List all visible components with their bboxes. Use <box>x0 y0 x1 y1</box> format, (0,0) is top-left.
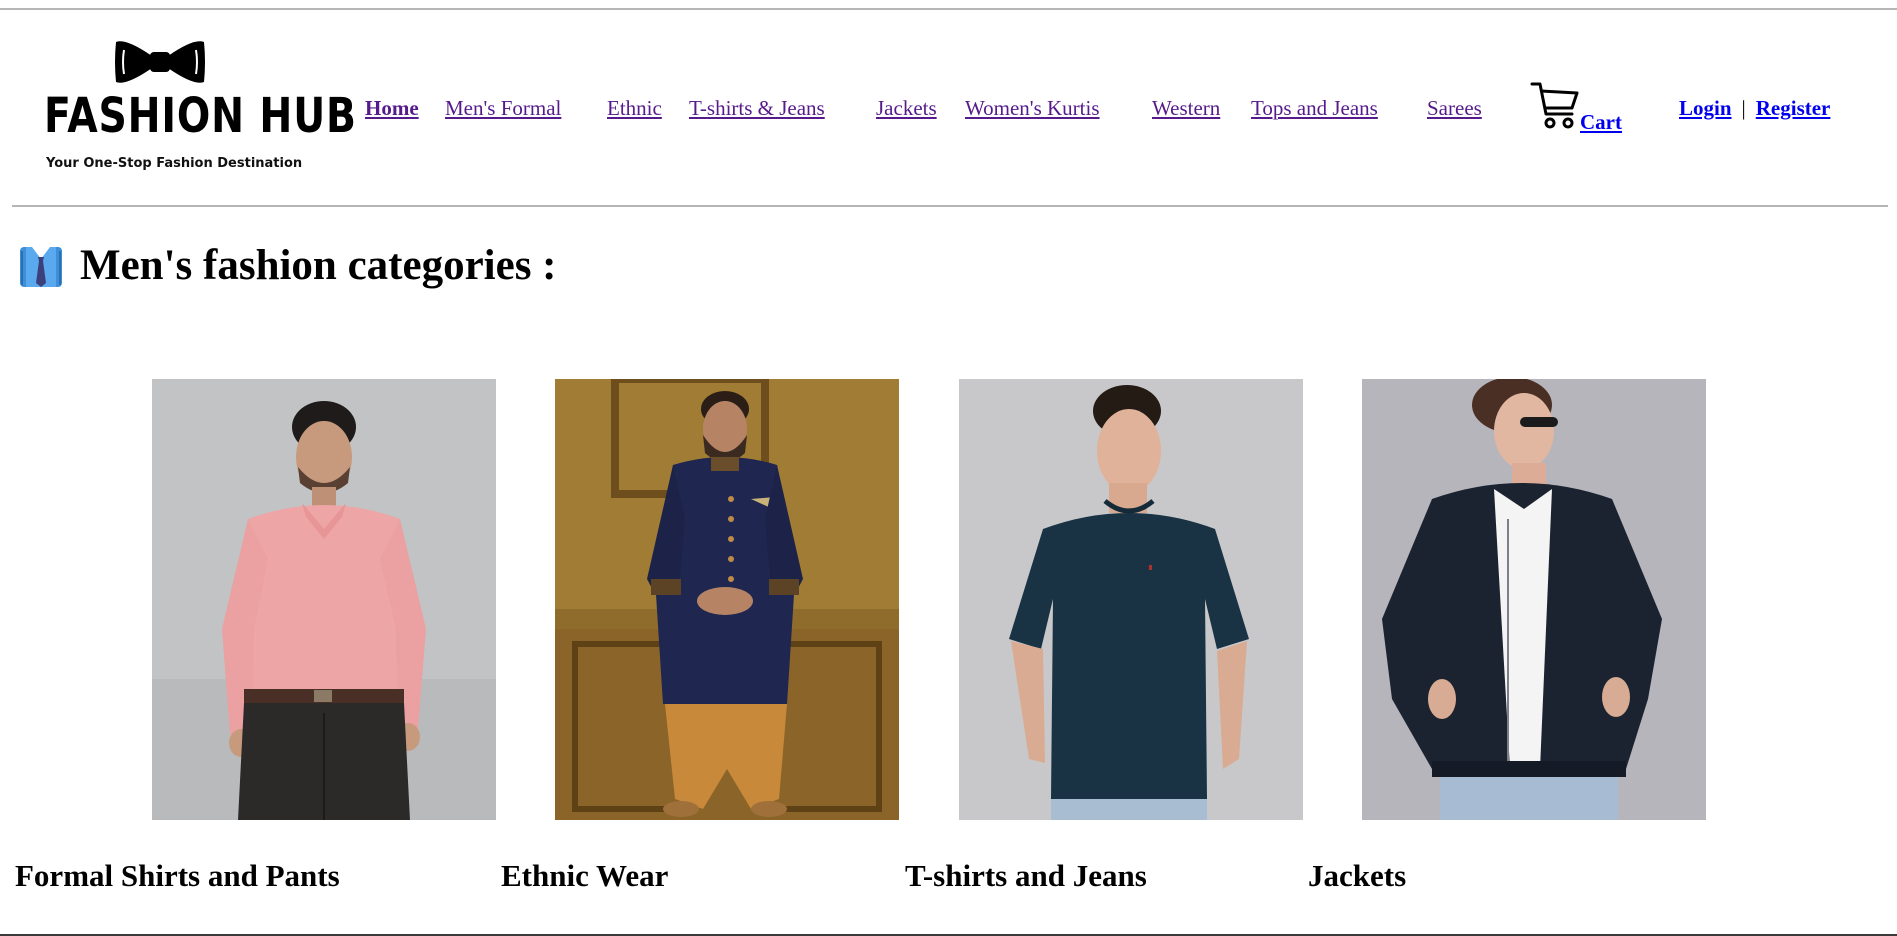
top-divider <box>0 8 1897 10</box>
nav-link-mens-formal[interactable]: Men's Formal <box>445 96 561 120</box>
man-in-sherwani-photo <box>555 379 899 820</box>
shirt-tie-icon <box>20 247 62 287</box>
login-link[interactable]: Login <box>1679 96 1732 120</box>
site-logo[interactable]: FASHION HUB Your One-Stop Fashion Destin… <box>40 36 357 176</box>
brand-tagline: Your One-Stop Fashion Destination <box>46 156 303 171</box>
nav-link-womens-kurtis[interactable]: Women's Kurtis <box>965 96 1100 120</box>
cart-link[interactable]: Cart <box>1530 80 1640 136</box>
product-image-formal[interactable] <box>152 379 496 820</box>
category-name-jackets[interactable]: Jackets <box>1308 856 1406 896</box>
category-name-ethnic[interactable]: Ethnic Wear <box>501 856 668 896</box>
category-name-tshirts[interactable]: T-shirts and Jeans <box>905 856 1147 896</box>
category-name-formal[interactable]: Formal Shirts and Pants <box>15 856 340 896</box>
register-link[interactable]: Register <box>1756 96 1831 120</box>
man-in-pink-shirt-photo <box>152 379 496 820</box>
header-divider <box>12 205 1888 207</box>
section-heading: Men's fashion categories : <box>18 240 557 292</box>
nav-link-tshirts-jeans[interactable]: T-shirts & Jeans <box>689 96 825 120</box>
product-image-ethnic[interactable] <box>555 379 899 820</box>
cart-icon <box>1530 82 1579 129</box>
nav-link-jackets[interactable]: Jackets <box>876 96 937 120</box>
auth-separator: | <box>1741 96 1746 120</box>
nav-link-home[interactable]: Home <box>365 96 419 120</box>
bow-tie-icon <box>115 41 205 83</box>
brand-name: FASHION HUB <box>44 88 357 144</box>
nav-link-ethnic[interactable]: Ethnic <box>607 96 662 120</box>
section-title: Men's fashion categories : <box>80 242 557 289</box>
nav-link-tops-jeans[interactable]: Tops and Jeans <box>1251 96 1378 120</box>
product-image-jackets[interactable] <box>1362 379 1706 820</box>
cart-label: Cart <box>1580 110 1622 134</box>
nav-link-sarees[interactable]: Sarees <box>1427 96 1482 120</box>
man-in-navy-tshirt-photo <box>959 379 1303 820</box>
man-in-bomber-jacket-photo <box>1362 379 1706 820</box>
nav-link-western[interactable]: Western <box>1152 96 1220 120</box>
product-image-tshirts[interactable] <box>959 379 1303 820</box>
auth-links: Login | Register <box>1679 96 1830 120</box>
